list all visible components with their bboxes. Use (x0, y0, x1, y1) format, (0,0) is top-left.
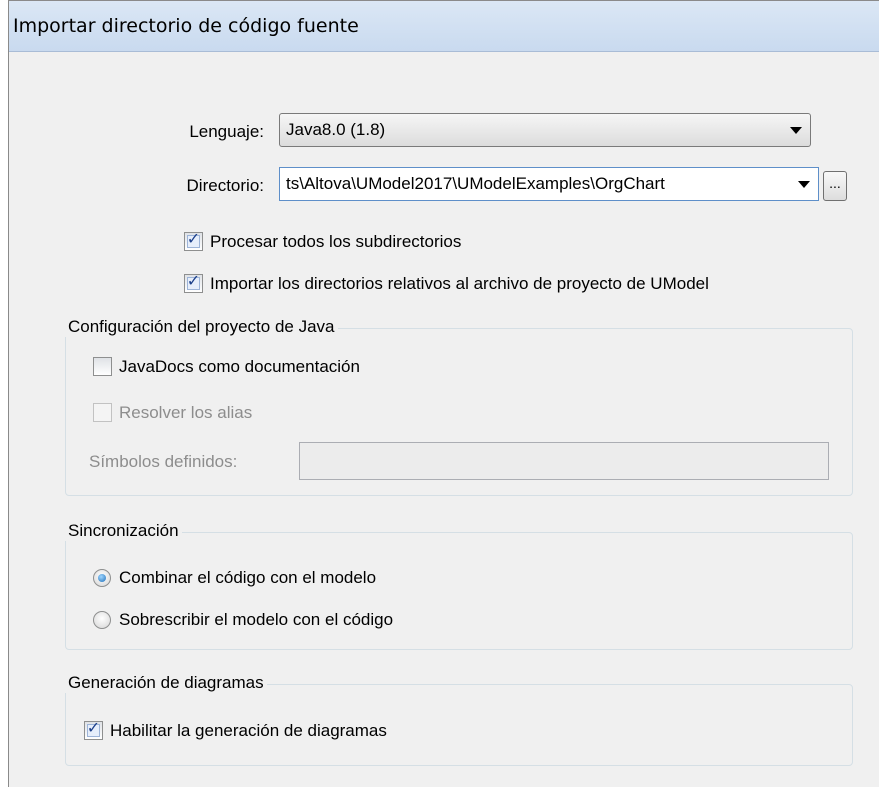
chevron-down-icon[interactable] (790, 127, 802, 134)
enable-diagrams-label[interactable]: Habilitar la generación de diagramas (110, 721, 387, 741)
resolve-aliases-checkbox[interactable] (93, 403, 112, 422)
diagrams-legend: Generación de diagramas (65, 673, 267, 693)
javadocs-label[interactable]: JavaDocs como documentación (119, 357, 360, 377)
overwrite-radio[interactable] (93, 611, 111, 629)
relative-dirs-checkbox[interactable]: ✓ (184, 273, 203, 293)
merge-radio[interactable] (93, 569, 111, 587)
merge-label[interactable]: Combinar el código con el modelo (119, 568, 376, 588)
resolve-aliases-label[interactable]: Resolver los alias (119, 403, 252, 423)
sync-legend: Sincronización (65, 521, 182, 541)
defined-symbols-label: Símbolos definidos: (89, 452, 238, 471)
check-icon: ✓ (86, 720, 101, 737)
enable-diagrams-checkbox[interactable]: ✓ (84, 720, 103, 740)
chevron-down-icon[interactable] (798, 181, 810, 188)
relative-dirs-label[interactable]: Importar los directorios relativos al ar… (210, 274, 709, 294)
javadocs-checkbox[interactable] (93, 357, 112, 376)
language-label: Lenguaje: (189, 122, 264, 141)
defined-symbols-input[interactable] (299, 442, 829, 480)
directory-input[interactable]: ts\Altova\UModel2017\UModelExamples\OrgC… (286, 174, 665, 193)
process-subdirs-label[interactable]: Procesar todos los subdirectorios (210, 232, 461, 252)
java-config-legend: Configuración del proyecto de Java (65, 317, 338, 337)
check-icon: ✓ (186, 231, 201, 248)
import-dialog: Importar directorio de código fuente Len… (8, 0, 879, 787)
check-icon: ✓ (186, 273, 201, 290)
overwrite-label[interactable]: Sobrescribir el modelo con el código (119, 610, 393, 630)
browse-button[interactable]: ... (823, 171, 847, 201)
process-subdirs-checkbox[interactable]: ✓ (184, 231, 203, 251)
language-combo[interactable]: Java8.0 (1.8) (279, 113, 811, 147)
dialog-title: Importar directorio de código fuente (9, 1, 879, 52)
directory-label: Directorio: (186, 176, 264, 195)
language-value: Java8.0 (1.8) (286, 120, 386, 139)
sync-group (65, 532, 853, 650)
radio-selected-dot (98, 574, 106, 582)
directory-combo[interactable]: ts\Altova\UModel2017\UModelExamples\OrgC… (279, 167, 819, 201)
